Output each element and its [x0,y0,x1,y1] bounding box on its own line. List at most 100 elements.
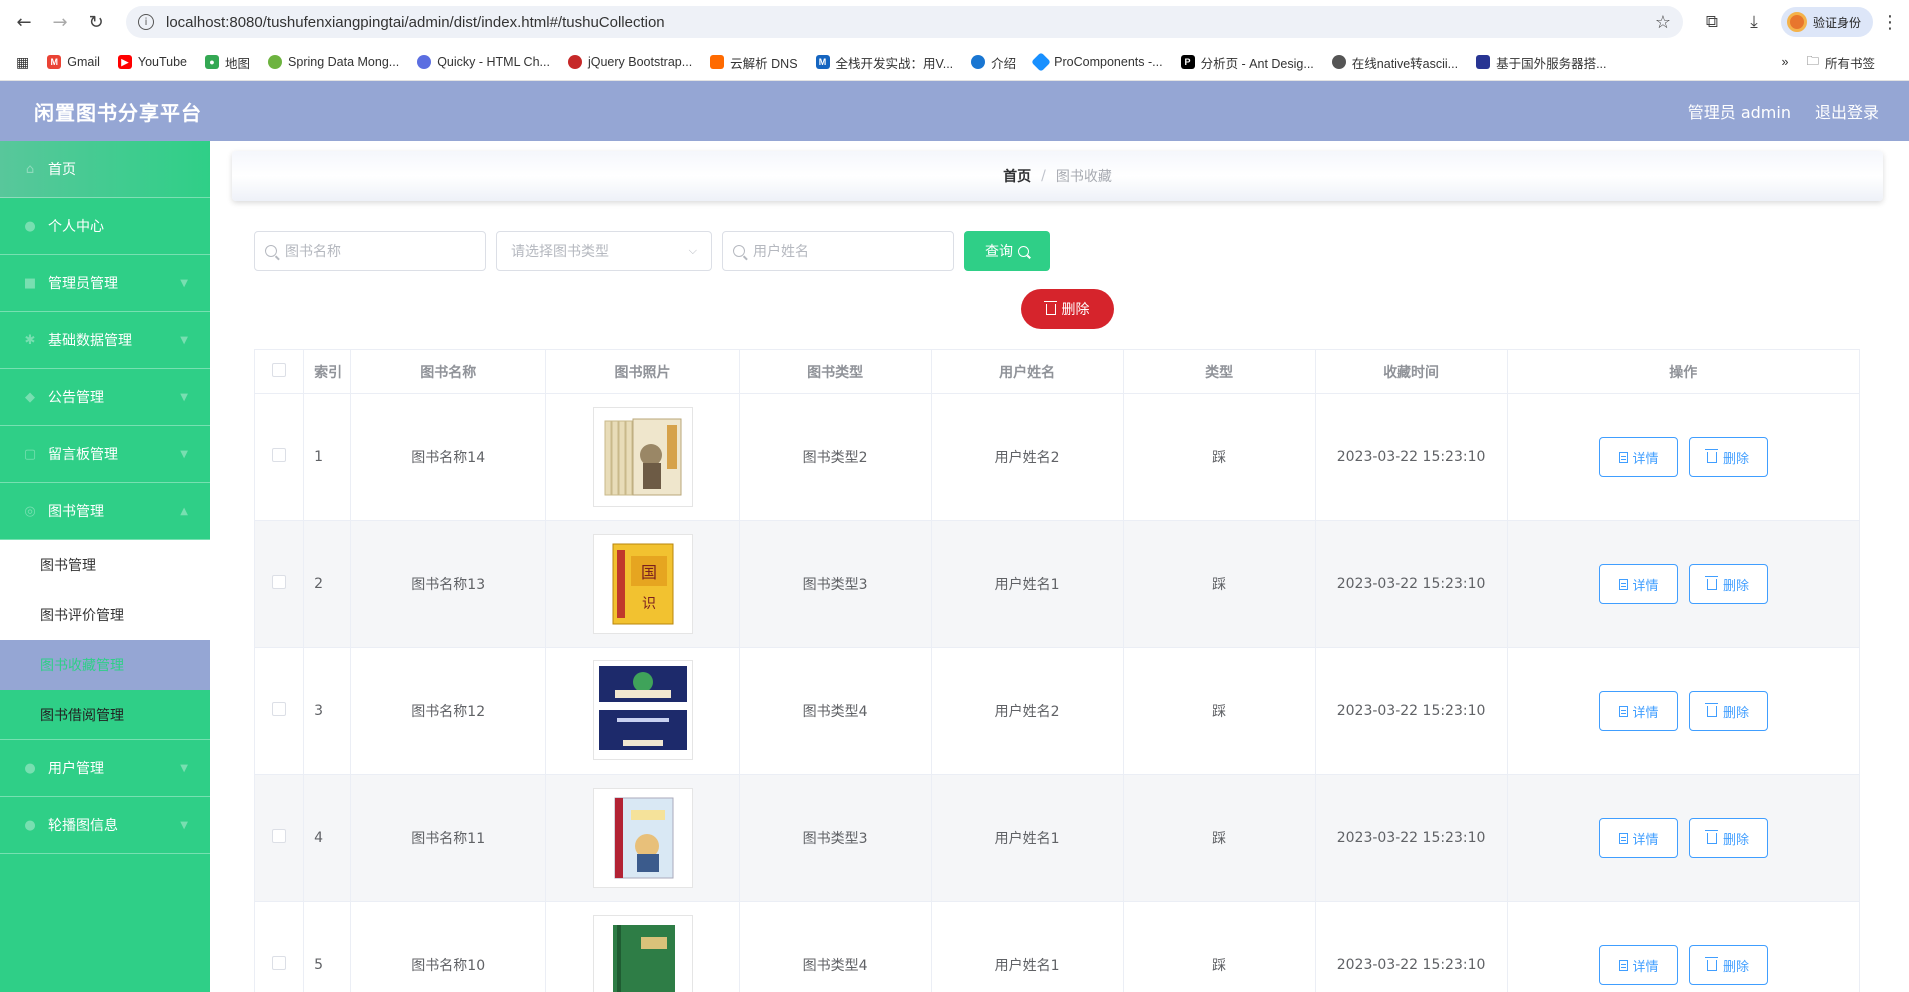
row-select-cell [253,774,305,902]
column-header: 索引 [303,349,351,394]
server-icon [1476,55,1491,69]
table-header-row: 索引 图书名称 图书照片 图书类型 用户姓名 类型 收藏时间 操作 [253,349,1861,394]
app-title: 闲置图书分享平台 [34,100,202,125]
bookmark-item[interactable]: 基于国外服务器搭... [1476,53,1607,72]
book-name-cell: 图书名称12 [349,647,547,775]
bookmark-item[interactable]: 云解析 DNS [710,53,798,72]
bookmark-label: Spring Data Mong... [288,55,400,69]
delete-button[interactable]: 删除 [1688,691,1768,731]
more-bookmarks-icon[interactable]: » [1782,55,1789,69]
query-button[interactable]: 查询 [964,231,1050,271]
bookmark-item[interactable]: ● 地图 [205,53,250,72]
sidebar-subitem-book-collections[interactable]: 图书收藏管理 [0,640,210,690]
bookmark-item[interactable]: Quicky - HTML Ch... [417,55,550,69]
select-all-checkbox[interactable] [272,362,287,377]
sidebar-item-books[interactable]: ◎ 图书管理 ▲ [0,483,210,540]
address-bar[interactable]: i localhost:8080/tushufenxiangpingtai/ad… [126,6,1683,38]
url-text: localhost:8080/tushufenxiangpingtai/admi… [166,13,665,31]
all-bookmarks[interactable]: 🗀 所有书签 [1806,52,1875,73]
column-header: 类型 [1122,349,1316,394]
back-icon[interactable]: ← [10,8,38,36]
user-name-placeholder: 用户姓名 [753,244,809,260]
site-info-icon[interactable]: i [138,14,154,30]
sidebar-subitem-book-manage[interactable]: 图书管理 [0,540,210,590]
row-checkbox[interactable] [272,956,287,970]
sidebar-item-users[interactable]: ● 用户管理 ▼ [0,740,210,797]
bookmark-item[interactable]: M 全栈开发实战：用V... [815,53,954,72]
bookmark-item[interactable]: jQuery Bootstrap... [567,55,692,69]
apps-icon[interactable]: ▦ [16,54,29,71]
detail-button[interactable]: 详情 [1599,437,1679,477]
sidebar-subitem-book-borrow[interactable]: 图书借阅管理 [0,690,210,740]
sidebar-item-carousel[interactable]: ● 轮播图信息 ▼ [0,797,210,854]
spring-icon [268,55,283,69]
admin-icon: ■ [23,275,37,291]
youtube-icon: ▶ [117,55,132,69]
sidebar-item-messages[interactable]: ▢ 留言板管理 ▼ [0,426,210,483]
bookmarks-bar: ▦ M Gmail ▶ YouTube ● 地图 Spring Data Mong..… [0,44,1909,81]
book-photo-cell [545,647,740,775]
extensions-icon[interactable]: ⧉ [1697,7,1727,37]
bookmark-item[interactable]: Spring Data Mong... [268,55,399,69]
maps-icon: ● [205,55,220,69]
book-type-select[interactable]: 请选择图书类型 ⌵ [496,231,712,271]
detail-button[interactable]: 详情 [1599,564,1679,604]
browser-menu-icon[interactable]: ⋮ [1881,12,1899,33]
chevron-down-icon: ▼ [180,391,188,403]
sidebar-item-home[interactable]: ⌂ 首页 [0,141,210,198]
svg-text:识: 识 [642,596,656,612]
chevron-down-icon: ▼ [180,334,188,346]
bookmark-label: 全栈开发实战：用V... [835,56,954,71]
row-select-cell [253,647,305,775]
bookmark-item[interactable]: 介绍 [971,53,1016,72]
bookmark-item[interactable]: P 分析页 - Ant Desig... [1180,53,1314,72]
row-checkbox[interactable] [272,702,287,716]
row-checkbox[interactable] [272,448,287,462]
delete-button[interactable]: 删除 [1688,818,1768,858]
detail-button[interactable]: 详情 [1599,945,1679,985]
bookmark-item[interactable]: ProComponents -... [1031,52,1163,72]
delete-button[interactable]: 删除 [1688,945,1768,985]
detail-label: 详情 [1632,959,1659,975]
sidebar-item-admins[interactable]: ■ 管理员管理 ▼ [0,255,210,312]
breadcrumb-separator: / [1041,168,1046,184]
bookmark-item[interactable]: M Gmail [47,55,100,69]
chevron-up-icon: ▲ [180,505,188,517]
bookmark-item[interactable]: ▶ YouTube [117,55,187,69]
row-checkbox[interactable] [272,575,287,589]
sidebar-item-notices[interactable]: ◆ 公告管理 ▼ [0,369,210,426]
delete-button[interactable]: 删除 [1688,437,1768,477]
forward-icon[interactable]: → [46,8,74,36]
kind-cell: 踩 [1122,393,1316,521]
bookmark-item[interactable]: 在线native转ascii... [1331,53,1458,72]
delete-button[interactable]: 删除 [1688,564,1768,604]
book-name-placeholder: 图书名称 [285,244,341,260]
detail-button[interactable]: 详情 [1599,818,1679,858]
kind-cell: 踩 [1122,647,1316,775]
sidebar-subitem-book-reviews[interactable]: 图书评价管理 [0,590,210,640]
actions-cell: 详情 删除 [1506,520,1861,648]
sidebar-item-profile[interactable]: ● 个人中心 [0,198,210,255]
detail-button[interactable]: 详情 [1599,691,1679,731]
bookmark-star-icon[interactable]: ☆ [1655,12,1671,33]
row-checkbox[interactable] [272,829,287,843]
batch-delete-button[interactable]: 删除 [1021,289,1114,329]
book-name-input[interactable]: 图书名称 [254,231,486,271]
detail-label: 详情 [1632,451,1659,467]
sidebar-item-label: 管理员管理 [48,276,118,292]
breadcrumb-home[interactable]: 首页 [1003,166,1031,186]
book-type-cell: 图书类型3 [738,774,932,902]
sidebar-item-basic-data[interactable]: ✱ 基础数据管理 ▼ [0,312,210,369]
delete-label: 删除 [1722,959,1749,975]
user-name-input[interactable]: 用户姓名 [722,231,954,271]
logout-button[interactable]: 退出登录 [1815,99,1879,123]
book-type-placeholder: 请选择图书类型 [511,244,609,260]
reload-icon[interactable]: ↻ [82,8,110,36]
profile-button[interactable]: 验证身份 [1780,7,1873,37]
bookmark-label: ProComponents -... [1054,55,1163,69]
index-cell: 4 [303,774,351,902]
download-icon[interactable]: ⤓ [1739,7,1769,37]
column-header: 图书名称 [349,349,547,394]
kind-cell: 踩 [1122,520,1316,648]
actions-cell: 详情 删除 [1506,901,1861,992]
